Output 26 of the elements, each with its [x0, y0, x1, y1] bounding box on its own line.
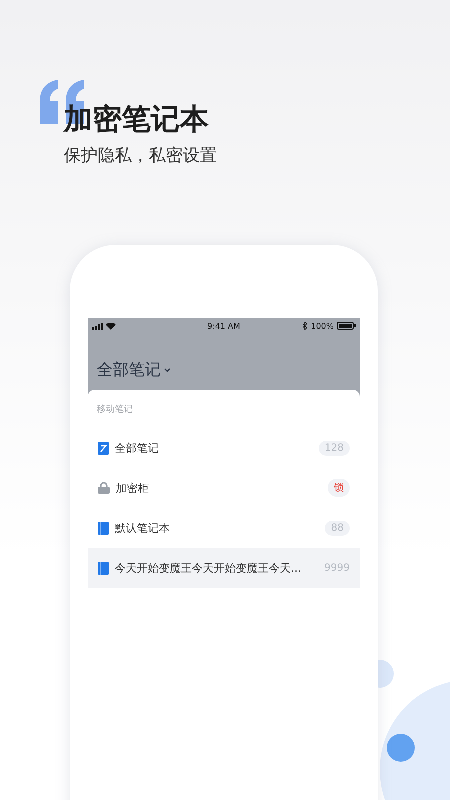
notebook-dropdown[interactable]: 全部笔记 [92, 360, 171, 381]
item-label: 今天开始变魔王今天开始变魔王今天... [115, 560, 302, 576]
bluetooth-icon [303, 322, 308, 330]
item-label: 全部笔记 [115, 440, 160, 456]
battery-percent: 100% [311, 322, 334, 330]
count-label: 9999 [324, 562, 350, 576]
count-badge: 128 [318, 440, 350, 456]
battery-icon [336, 322, 356, 330]
note-icon [98, 442, 109, 454]
count-badge: 88 [325, 520, 350, 536]
notebook-icon [98, 522, 109, 534]
notebook-item[interactable]: 默认笔记本 88 [88, 508, 360, 548]
notebook-item[interactable]: 今天开始变魔王今天开始变魔王今天... 9999 [88, 548, 360, 588]
signal-icon [92, 322, 103, 330]
count-badge: 锁 [328, 479, 350, 497]
notebook-item[interactable]: 全部笔记 128 [88, 428, 360, 468]
lock-icon [98, 482, 110, 494]
status-time: 9:41 AM [208, 322, 240, 330]
notebook-item[interactable]: 加密柜 锁 [88, 468, 360, 508]
wifi-icon [106, 322, 116, 330]
item-label: 加密柜 [116, 480, 150, 496]
section-label: 移动笔记 [96, 404, 134, 417]
headline-subtitle: 保护隐私，私密设置 [64, 145, 218, 167]
notebook-icon [98, 562, 109, 574]
item-label: 默认笔记本 [115, 520, 171, 536]
caret-icon [164, 368, 171, 373]
